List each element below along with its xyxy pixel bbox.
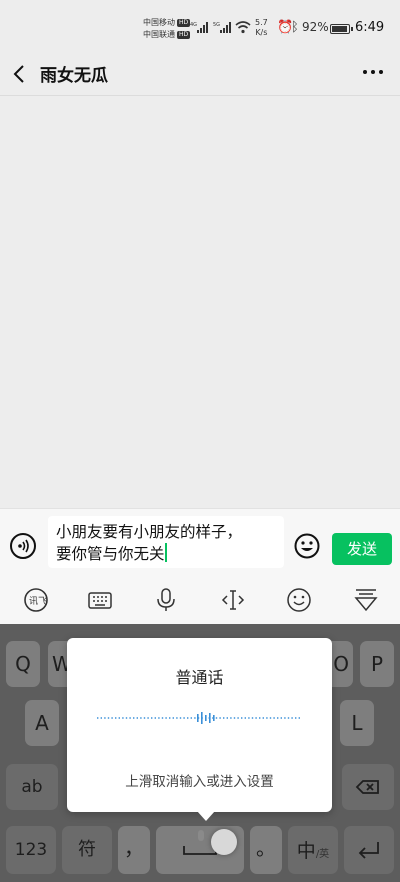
carrier-info: 中国移动 HD 中国联通 HD: [143, 17, 191, 41]
lang-sub: /英: [315, 849, 330, 860]
keyboard-toolbar: 讯飞: [0, 576, 400, 624]
key-enter[interactable]: [344, 826, 394, 874]
voice-input-popup: 普通话 上滑取消输入或进入设置: [67, 638, 332, 821]
battery-percent: 92%: [302, 20, 329, 34]
hd-badge: HD: [177, 18, 191, 27]
key-a[interactable]: A: [25, 700, 59, 746]
carrier-2: 中国联通: [143, 30, 175, 39]
key-123[interactable]: 123: [6, 826, 56, 874]
key-backspace[interactable]: [342, 764, 394, 810]
signal-5g-icon: 5G: [213, 22, 231, 33]
message-input-bar: 小朋友要有小朋友的样子， 要你管与你无关 发送: [0, 508, 400, 577]
ellipsis-icon[interactable]: [360, 62, 386, 82]
text-caret: [164, 543, 167, 562]
enter-icon: [358, 842, 379, 859]
iflytek-icon[interactable]: 讯飞: [22, 586, 50, 614]
emoji-icon[interactable]: [294, 533, 320, 559]
message-input[interactable]: 小朋友要有小朋友的样子， 要你管与你无关: [48, 516, 284, 568]
lang-main: 中: [296, 840, 316, 862]
key-symbols[interactable]: 符: [62, 826, 112, 874]
bluetooth-icon: ᛒ: [291, 20, 299, 35]
sound-wave-icon: [97, 712, 302, 724]
key-p[interactable]: P: [360, 641, 394, 687]
key-comma[interactable]: ，: [118, 826, 150, 874]
voice-drag-handle[interactable]: [211, 829, 237, 855]
wifi-icon: [235, 21, 251, 34]
emoji-toolbar-icon[interactable]: [285, 586, 313, 614]
key-w[interactable]: W: [48, 641, 72, 687]
send-button[interactable]: 发送: [332, 533, 392, 565]
voice-hint: 上滑取消输入或进入设置: [125, 774, 274, 790]
voice-input-icon[interactable]: [10, 533, 36, 559]
chat-title: 雨女无瓜: [40, 66, 108, 86]
speed-value: 5.7: [255, 18, 268, 27]
speed-unit: K/s: [255, 28, 268, 37]
collapse-icon[interactable]: [352, 586, 380, 614]
input-line-2: 要你管与你无关: [56, 545, 165, 563]
net-speed: 5.7 K/s: [255, 18, 268, 38]
key-ab[interactable]: ab: [6, 764, 58, 810]
key-language[interactable]: 中/英: [288, 826, 338, 874]
microphone-icon[interactable]: [152, 586, 180, 614]
carrier-1: 中国移动: [143, 18, 175, 27]
input-line-1: 小朋友要有小朋友的样子，: [56, 523, 243, 541]
chat-header: 雨女无瓜: [0, 56, 400, 92]
svg-text:讯飞: 讯飞: [29, 596, 47, 607]
keyboard-icon[interactable]: [86, 586, 114, 614]
cursor-icon[interactable]: [219, 586, 247, 614]
backspace-icon: [355, 780, 379, 794]
hd-badge: HD: [177, 30, 191, 39]
chevron-left-icon[interactable]: [10, 62, 30, 86]
key-period[interactable]: 。: [250, 826, 282, 874]
key-l[interactable]: L: [340, 700, 374, 746]
voice-language: 普通话: [175, 668, 224, 687]
net-5g-label: 5G: [213, 22, 220, 28]
clock: 6:49: [355, 20, 385, 35]
key-q[interactable]: Q: [6, 641, 40, 687]
net-4g-label: 4G: [190, 22, 197, 28]
key-o[interactable]: O: [331, 641, 353, 687]
status-bar: 中国移动 HD 中国联通 HD 4G 5G 5.7 K/s ⏰ ᛒ 92% 6:49: [0, 0, 400, 56]
signal-4g-icon: 4G: [190, 22, 208, 33]
header-divider: [0, 95, 400, 96]
battery-icon: [330, 24, 353, 34]
